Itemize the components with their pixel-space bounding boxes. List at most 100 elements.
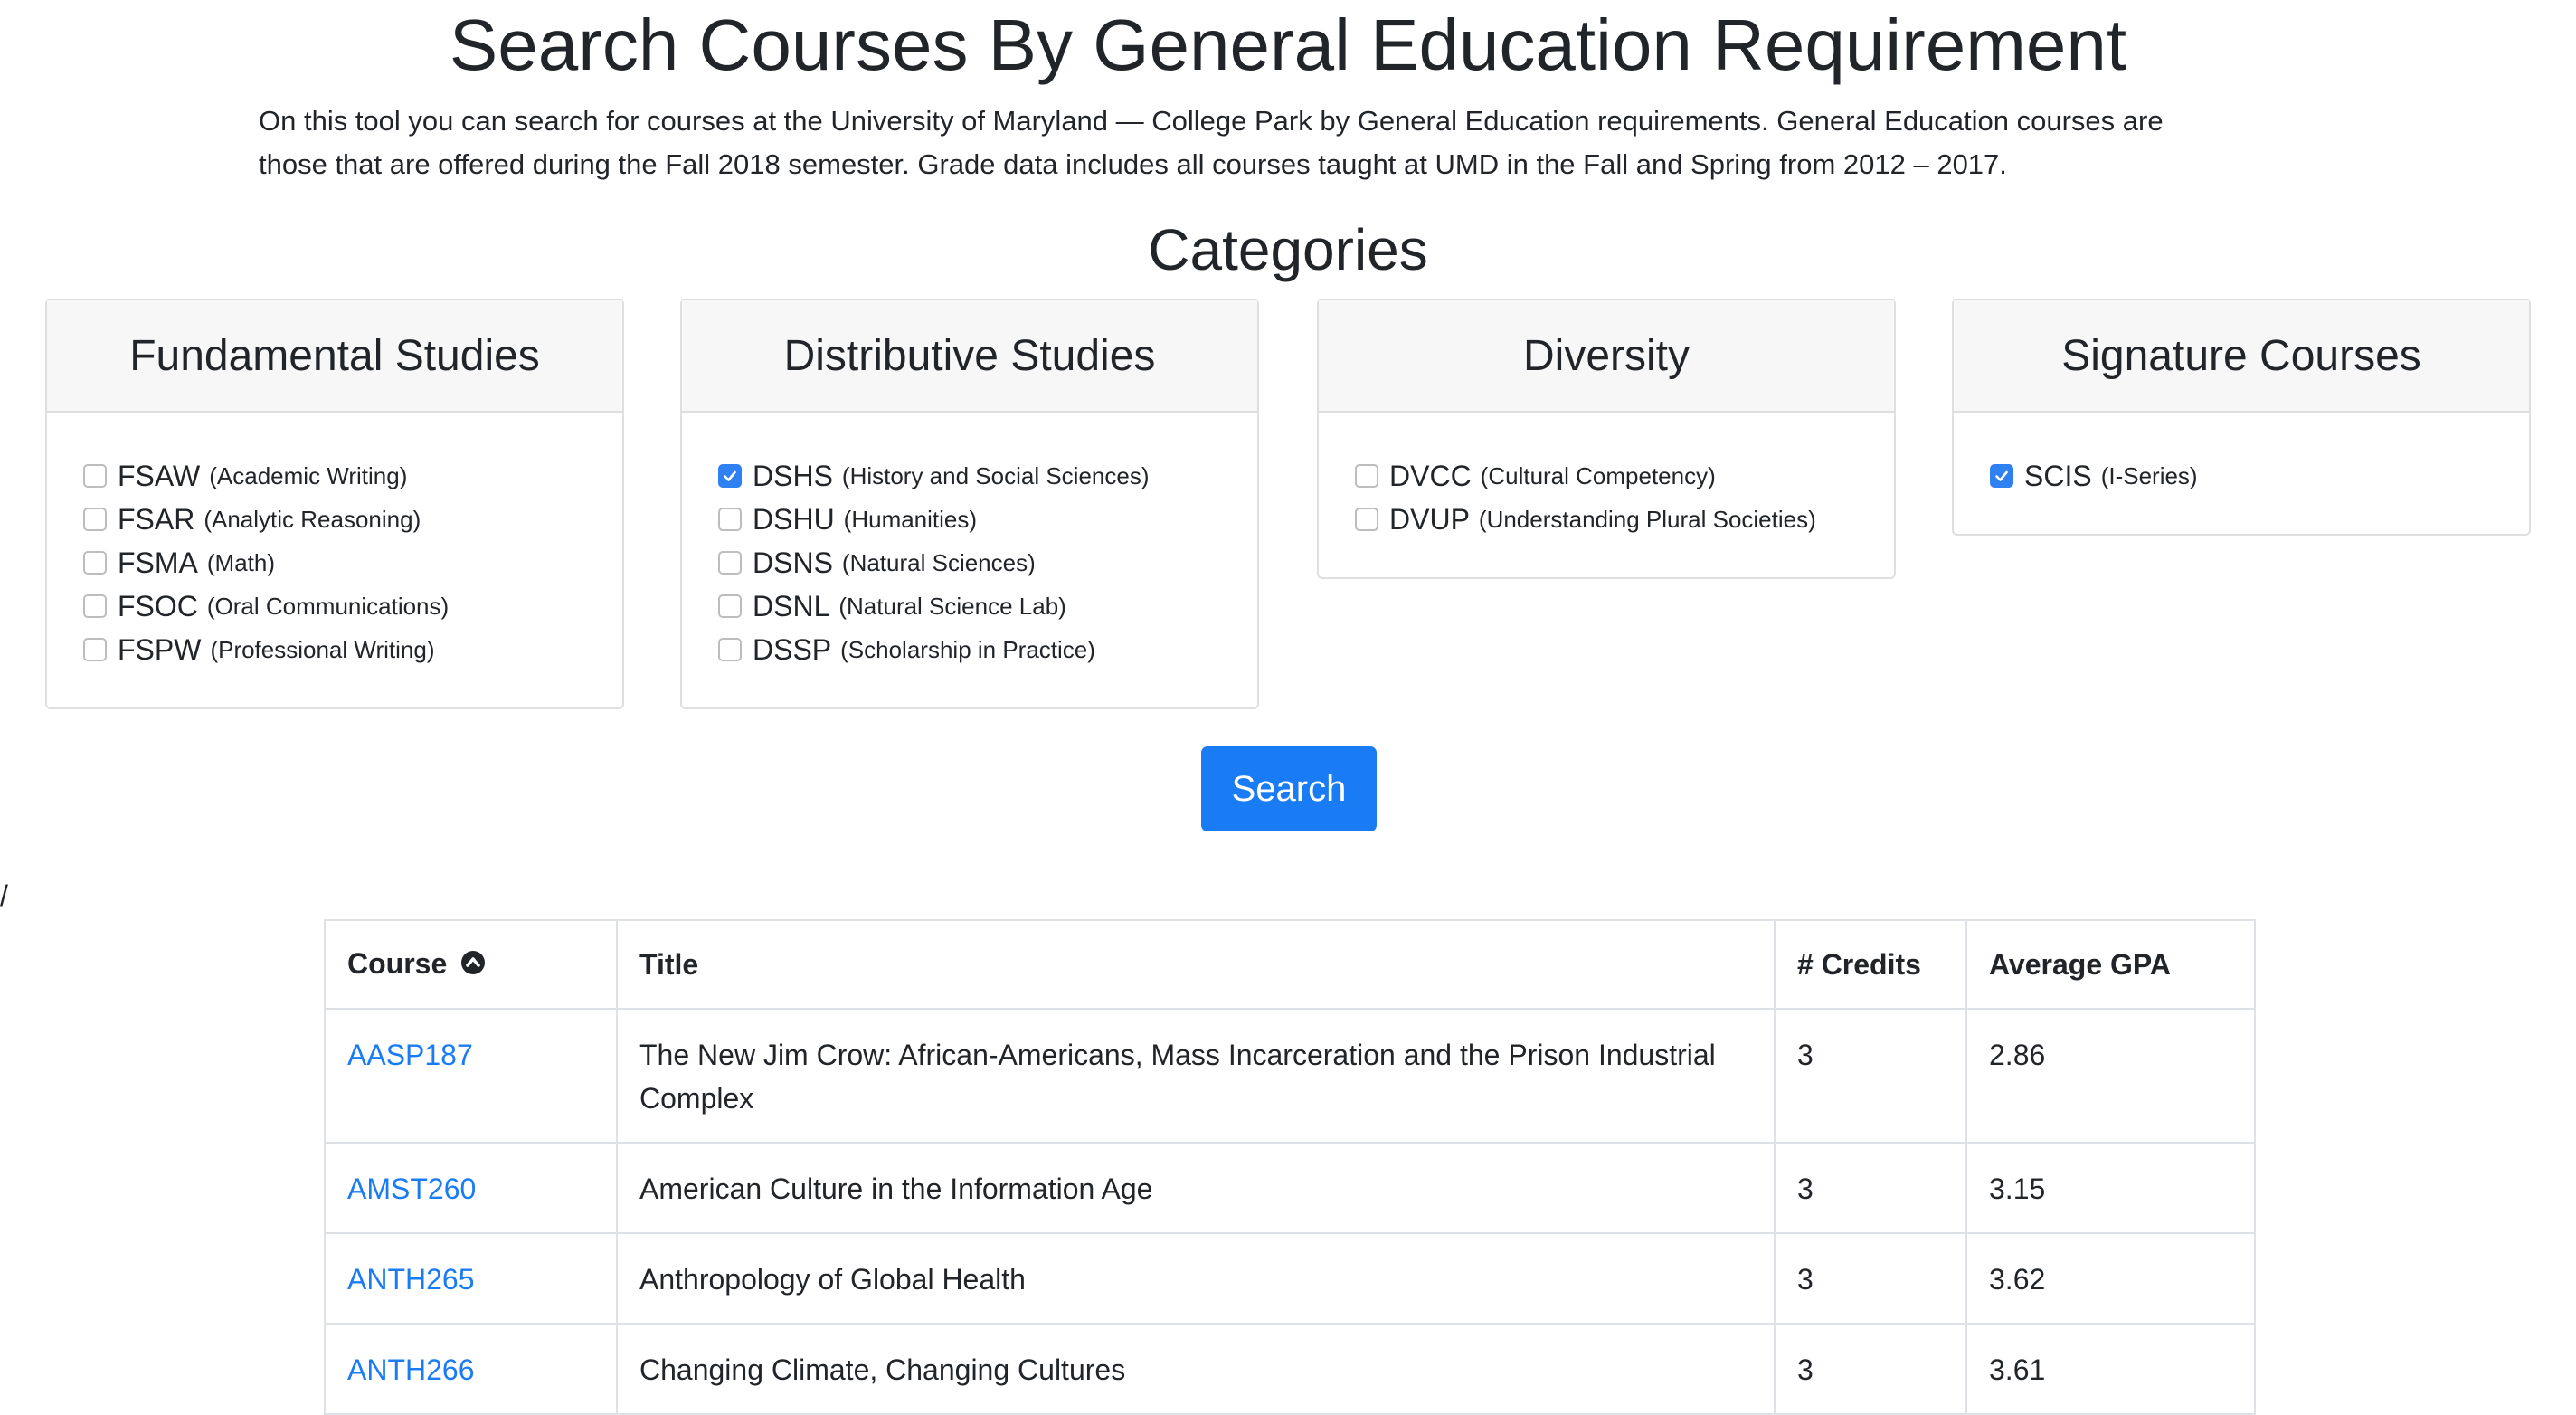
- credits-cell: 3: [1797, 1353, 1814, 1386]
- categories-heading: Categories: [1148, 217, 1428, 282]
- option-code: DVCC: [1389, 459, 1472, 492]
- title-cell: The New Jim Crow: African-Americans, Mas…: [617, 1009, 1776, 1144]
- title-cell: Anthropology of Global Health: [617, 1233, 1776, 1325]
- option-description: (I-Series): [2100, 461, 2198, 489]
- option-code: DSHU: [753, 502, 835, 536]
- credits-cell: 3: [1775, 1009, 1967, 1144]
- table-body: AASP187 The New Jim Crow: African-America…: [326, 1009, 2256, 1415]
- checkbox-option-fsma[interactable]: FSMA (Math): [83, 541, 622, 584]
- checkbox-option-dvcc[interactable]: DVCC (Cultural Competency): [1355, 454, 1894, 498]
- column-header-credits: # Credits: [1775, 921, 1967, 1010]
- option-description: (Math): [206, 548, 276, 576]
- option-code: DSNS: [753, 546, 833, 579]
- option-code: FSAR: [118, 502, 195, 536]
- card-options: SCIS (I-Series): [1954, 413, 2529, 534]
- gpa-cell: 3.62: [1966, 1233, 2256, 1325]
- checkbox-option-fsar[interactable]: FSAR (Analytic Reasoning): [83, 498, 622, 541]
- checkbox-dssp[interactable]: [718, 638, 742, 661]
- option-code: SCIS: [2024, 459, 2092, 492]
- credits-cell: 3: [1797, 1173, 1814, 1205]
- option-description: (Analytic Reasoning): [204, 505, 421, 533]
- card-title: Fundamental Studies: [47, 300, 622, 413]
- checkbox-option-dsns[interactable]: DSNS (Natural Sciences): [718, 541, 1257, 584]
- course-link[interactable]: ANTH265: [347, 1263, 475, 1296]
- checkbox-dsnl[interactable]: [718, 594, 742, 618]
- gpa-cell: 3.15: [1966, 1143, 2256, 1234]
- option-description: (Humanities): [843, 505, 978, 533]
- column-header-course[interactable]: Course: [326, 921, 618, 1010]
- checkbox-dshs[interactable]: [718, 464, 742, 488]
- card-options: DSHS (History and Social Sciences) DSHU (Hu…: [682, 413, 1257, 708]
- option-description: (Scholarship in Practice): [840, 635, 1095, 663]
- credits-cell: 3: [1775, 1143, 1967, 1234]
- search-button[interactable]: Search: [1201, 746, 1377, 831]
- category-card-diversity: Diversity DVCC (Cultural Competency) DVUP (…: [1317, 299, 1896, 579]
- course-title-cell: Changing Climate, Changing Cultures: [639, 1353, 1126, 1386]
- checkbox-option-scis[interactable]: SCIS (I-Series): [1990, 454, 2529, 498]
- course-cell: AMST260: [326, 1143, 618, 1234]
- title-cell: Changing Climate, Changing Cultures: [617, 1324, 1776, 1415]
- checkbox-option-fspw[interactable]: FSPW (Professional Writing): [83, 628, 622, 671]
- gpa-cell: 3.62: [1989, 1263, 2046, 1296]
- column-header-title: Title: [617, 921, 1776, 1010]
- option-description: (Academic Writing): [209, 461, 408, 489]
- course-link[interactable]: AASP187: [347, 1039, 473, 1071]
- option-description: (Cultural Competency): [1480, 461, 1716, 489]
- option-code: DVUP: [1389, 502, 1470, 536]
- checkbox-option-dssp[interactable]: DSSP (Scholarship in Practice): [718, 628, 1257, 671]
- option-code: DSSP: [753, 632, 832, 666]
- chevron-up-circle-icon[interactable]: [460, 944, 486, 987]
- card-title: Distributive Studies: [682, 300, 1257, 413]
- checkbox-fspw[interactable]: [83, 638, 107, 661]
- checkbox-dshu[interactable]: [718, 508, 742, 531]
- checkbox-option-fsaw[interactable]: FSAW (Academic Writing): [83, 454, 622, 498]
- table-row: ANTH265 Anthropology of Global Health 3 3.6…: [326, 1233, 2256, 1325]
- course-title-cell: American Culture in the Information Age: [639, 1173, 1153, 1205]
- course-link[interactable]: ANTH266: [347, 1353, 475, 1386]
- checkbox-dvup[interactable]: [1355, 508, 1378, 531]
- gpa-cell: 3.61: [1989, 1353, 2046, 1386]
- category-card-fundamental-studies: Fundamental Studies FSAW (Academic Writin…: [45, 299, 624, 709]
- option-code: FSOC: [118, 589, 198, 622]
- checkbox-fsma[interactable]: [83, 551, 107, 575]
- checkbox-option-fsoc[interactable]: FSOC (Oral Communications): [83, 584, 622, 628]
- option-description: (Natural Sciences): [841, 548, 1036, 576]
- gpa-cell: 2.86: [1966, 1009, 2256, 1144]
- course-cell: ANTH266: [326, 1324, 618, 1415]
- card-options: DVCC (Cultural Competency) DVUP (Understand…: [1319, 413, 1894, 577]
- checkbox-scis[interactable]: [1990, 464, 2013, 488]
- checkbox-fsar[interactable]: [83, 508, 107, 531]
- credits-cell: 3: [1775, 1324, 1967, 1415]
- category-card-signature-courses: Signature Courses SCIS (I-Series): [1952, 299, 2531, 536]
- option-description: (History and Social Sciences): [841, 461, 1150, 489]
- page-title: Search Courses By General Education Requ…: [449, 5, 2127, 85]
- intro-line-2: those that are offered during the Fall 2…: [259, 148, 2007, 180]
- checkbox-option-dvup[interactable]: DVUP (Understanding Plural Societies): [1355, 498, 1894, 541]
- course-link[interactable]: AMST260: [347, 1173, 476, 1205]
- option-description: (Understanding Plural Societies): [1478, 505, 1816, 533]
- checkbox-option-dshs[interactable]: DSHS (History and Social Sciences): [718, 454, 1257, 498]
- table-row: AASP187 The New Jim Crow: African-America…: [326, 1009, 2256, 1144]
- results-table: Course Title # Credits Average GPA AASP1…: [324, 919, 2256, 1415]
- checkbox-fsoc[interactable]: [83, 594, 107, 618]
- card-title: Signature Courses: [1954, 300, 2529, 413]
- checkbox-fsaw[interactable]: [83, 464, 107, 488]
- intro-line-1: On this tool you can search for courses …: [259, 105, 2164, 137]
- gpa-cell: 3.15: [1989, 1173, 2046, 1205]
- category-card-distributive-studies: Distributive Studies DSHS (History and So…: [680, 299, 1259, 709]
- checkbox-dvcc[interactable]: [1355, 464, 1378, 488]
- option-description: (Natural Science Lab): [838, 592, 1066, 620]
- option-code: DSHS: [753, 459, 833, 492]
- checkbox-option-dshu[interactable]: DSHU (Humanities): [718, 498, 1257, 541]
- column-header-course-label: Course: [347, 946, 448, 980]
- stray-text: /: [0, 879, 8, 912]
- card-options: FSAW (Academic Writing) FSAR (Analytic Reas…: [47, 413, 622, 708]
- checkbox-option-dsnl[interactable]: DSNL (Natural Science Lab): [718, 584, 1257, 628]
- option-description: (Professional Writing): [210, 635, 435, 663]
- checkbox-dsns[interactable]: [718, 551, 742, 575]
- intro-text: On this tool you can search for courses …: [259, 100, 2339, 186]
- table-row: ANTH266 Changing Climate, Changing Cultur…: [326, 1324, 2256, 1415]
- course-cell: AASP187: [326, 1009, 618, 1144]
- option-code: DSNL: [753, 589, 830, 622]
- option-code: FSPW: [118, 632, 202, 666]
